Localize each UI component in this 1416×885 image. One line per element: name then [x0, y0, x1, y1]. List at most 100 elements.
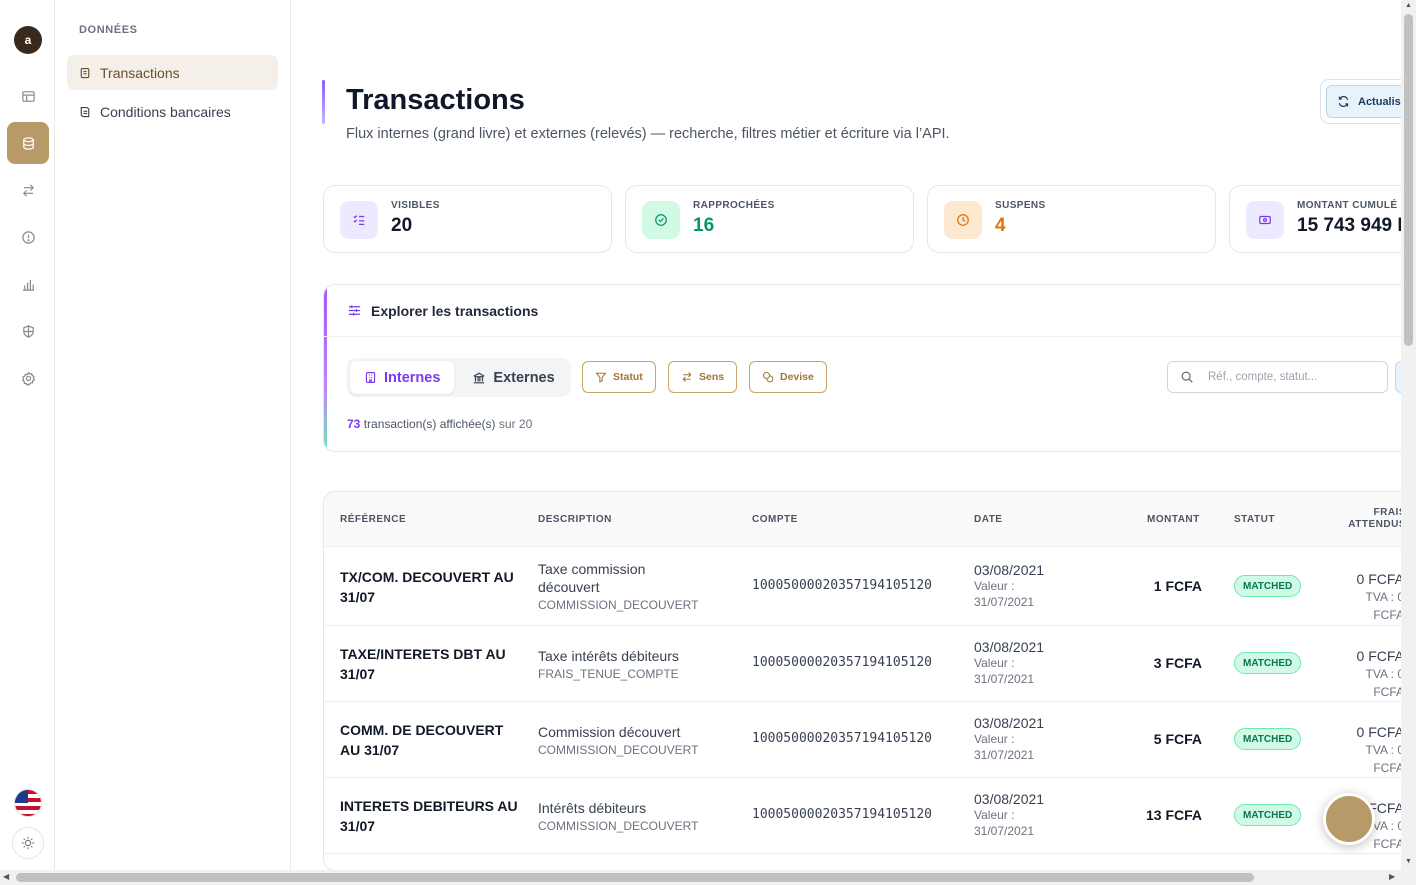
transactions-table: RÉFÉRENCE DESCRIPTION COMPTE DATE MONTAN…: [323, 491, 1401, 870]
result-count: 73 transaction(s) affichée(s) sur 20: [347, 417, 532, 431]
row-description-code: COMMISSION_DECOUVERT: [538, 819, 699, 833]
sidebar-item-transactions[interactable]: Transactions: [67, 55, 278, 90]
coins-icon: [762, 371, 774, 383]
vertical-scrollbar[interactable]: ▲ ▼: [1401, 0, 1416, 870]
result-count-text: transaction(s) affichée(s): [363, 417, 496, 431]
refresh-button[interactable]: Actualiser: [1326, 85, 1401, 118]
stat-card-rapprochees: RAPPROCHÉES 16: [625, 185, 914, 253]
page-title: Transactions: [346, 84, 525, 116]
transfer-icon[interactable]: [7, 169, 49, 211]
scroll-left-icon[interactable]: ◀: [3, 872, 9, 881]
row-date: 03/08/2021 Valeur : 31/07/2021: [974, 715, 1044, 763]
result-count-suffix: sur 20: [498, 417, 533, 431]
filter-statut-button[interactable]: Statut: [582, 361, 656, 393]
horizontal-scrollbar[interactable]: ◀ ▶: [0, 870, 1416, 885]
row-value-date: 31/07/2021: [974, 748, 1035, 762]
stat-label: RAPPROCHÉES: [693, 200, 775, 211]
status-badge: MATCHED: [1234, 728, 1302, 750]
search-input[interactable]: [1208, 371, 1368, 383]
row-description: Taxe intérêts débiteurs FRAIS_TENUE_COMP…: [538, 647, 728, 683]
table-row[interactable]: INTERETS DEBITEURS AU 31/07 Intérêts déb…: [324, 778, 1401, 854]
row-date-value: 03/08/2021: [974, 791, 1045, 807]
row-date: 03/08/2021 Valeur : 31/07/2021: [974, 562, 1044, 610]
sliders-icon: [348, 305, 361, 316]
row-date-value: 03/08/2021: [974, 715, 1045, 731]
filter-label: Statut: [613, 371, 643, 383]
row-value-label: Valeur :: [974, 579, 1015, 593]
status-badge: MATCHED: [1234, 575, 1302, 597]
shield-icon[interactable]: [7, 310, 49, 352]
column-header-description[interactable]: DESCRIPTION: [538, 514, 612, 525]
column-header-date[interactable]: DATE: [974, 514, 1002, 525]
stat-value: 16: [693, 215, 715, 236]
status-badge: MATCHED: [1234, 652, 1302, 674]
column-header-statut[interactable]: STATUT: [1234, 514, 1275, 525]
settings-icon[interactable]: [7, 357, 49, 399]
floating-assistant-button[interactable]: [1323, 793, 1375, 845]
page-subtitle: Flux internes (grand livre) et externes …: [346, 126, 950, 142]
filter-icon: [595, 372, 607, 383]
row-date-value: 03/08/2021: [974, 639, 1045, 655]
column-header-frais-line2: ATTENDUS: [1348, 519, 1401, 530]
explorer-panel: Explorer les transactions Internes Exter…: [323, 284, 1401, 452]
column-header-reference[interactable]: RÉFÉRENCE: [340, 514, 406, 525]
row-account: 10005000020357194105120: [752, 807, 933, 822]
column-header-compte[interactable]: COMPTE: [752, 514, 798, 525]
row-date: 03/08/2021 Valeur : 31/07/2021: [974, 639, 1044, 687]
row-fee: 0 FCFA TVA : 0 FCFA: [1334, 570, 1401, 624]
row-description-text: Taxe commission découvert: [538, 561, 646, 595]
row-amount: 1 FCFA: [1153, 578, 1202, 594]
table-row[interactable]: TX/COM. DECOUVERT AU 31/07 Taxe commissi…: [324, 547, 1401, 626]
layout-icon[interactable]: [7, 75, 49, 117]
search-field[interactable]: [1167, 361, 1388, 393]
checklist-icon: [340, 201, 378, 239]
row-description-code: FRAIS_TENUE_COMPTE: [538, 667, 679, 681]
sidebar-item-conditions-bancaires[interactable]: Conditions bancaires: [67, 94, 278, 129]
filter-sens-button[interactable]: Sens: [668, 361, 738, 393]
table-row[interactable]: COMM. DE DECOUVERT AU 31/07 Commission d…: [324, 702, 1401, 778]
column-header-frais[interactable]: FRAIS ATTENDUS: [1334, 507, 1401, 531]
row-reference: INTERETS DEBITEURS AU 31/07: [340, 798, 518, 834]
alert-icon[interactable]: [7, 216, 49, 258]
vertical-scroll-thumb[interactable]: [1404, 14, 1413, 346]
chart-icon[interactable]: [7, 263, 49, 305]
search-icon: [1181, 371, 1193, 383]
tab-internes[interactable]: Internes: [350, 361, 455, 394]
building-icon: [365, 372, 376, 383]
secondary-sidebar: DONNÉES Transactions Conditions bancaire…: [55, 0, 291, 870]
horizontal-scroll-thumb[interactable]: [16, 873, 1254, 882]
main-content: Transactions Flux internes (grand livre)…: [291, 0, 1401, 870]
sun-icon[interactable]: [12, 827, 44, 859]
row-description: Intérêts débiteurs COMMISSION_DECOUVERT: [538, 799, 728, 835]
row-description-code: COMMISSION_DECOUVERT: [538, 743, 699, 757]
us-flag-icon[interactable]: [14, 789, 42, 817]
explorer-title: Explorer les transactions: [371, 302, 539, 319]
table-row[interactable]: TAXE/INTERETS DBT AU 31/07 Taxe intérêts…: [324, 626, 1401, 702]
row-account: 10005000020357194105120: [752, 578, 933, 593]
row-date-value: 03/08/2021: [974, 562, 1045, 578]
row-fee-tva: TVA : 0 FCFA: [1365, 590, 1401, 622]
scroll-right-icon[interactable]: ▶: [1389, 872, 1395, 881]
row-reference: COMM. DE DECOUVERT AU 31/07: [340, 722, 504, 758]
row-description-text: Taxe intérêts débiteurs: [538, 648, 679, 664]
row-value-date: 31/07/2021: [974, 595, 1035, 609]
scroll-up-icon[interactable]: ▲: [1405, 2, 1412, 9]
scroll-down-icon[interactable]: ▼: [1405, 858, 1412, 865]
title-accent-bar: [322, 80, 325, 124]
check-circle-icon: [642, 201, 680, 239]
database-icon[interactable]: [7, 122, 49, 164]
icon-rail: a: [0, 0, 55, 870]
sidebar-section-title: DONNÉES: [79, 24, 138, 36]
row-value-label: Valeur :: [974, 656, 1015, 670]
table-header: RÉFÉRENCE DESCRIPTION COMPTE DATE MONTAN…: [324, 492, 1401, 547]
app-window: a DONNÉES Transactions Conditions bancai…: [0, 0, 1416, 885]
app-logo[interactable]: a: [14, 26, 42, 54]
row-fee-tva: TVA : 0 FCFA: [1365, 743, 1401, 775]
stat-card-montant-cumule: MONTANT CUMULÉ 15 743 949 F: [1229, 185, 1401, 253]
tab-externes[interactable]: Externes: [458, 361, 568, 394]
stat-label: SUSPENS: [995, 200, 1046, 211]
column-header-montant[interactable]: MONTANT: [1147, 514, 1200, 525]
sidebar-item-label: Transactions: [100, 64, 180, 81]
row-amount: 5 FCFA: [1153, 731, 1202, 747]
filter-devise-button[interactable]: Devise: [749, 361, 827, 393]
